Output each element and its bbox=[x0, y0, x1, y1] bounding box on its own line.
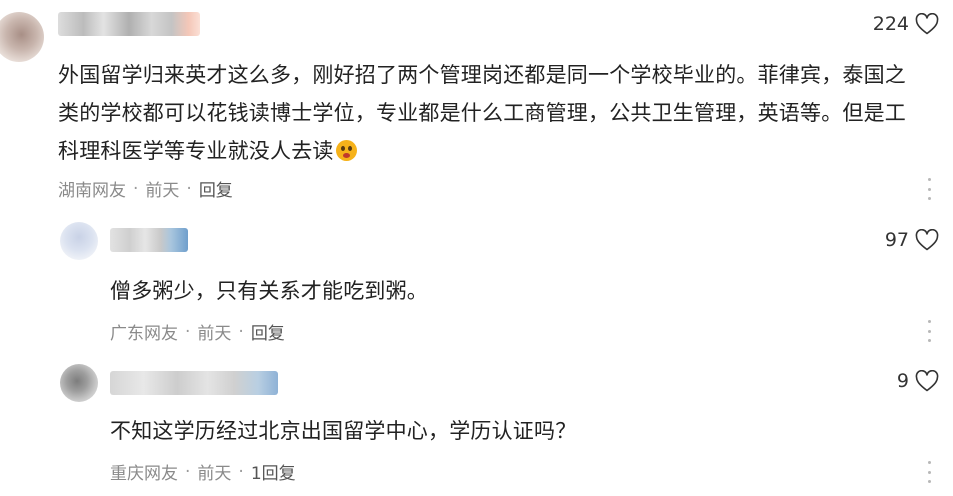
avatar[interactable] bbox=[60, 364, 98, 402]
timestamp: 前天 bbox=[145, 181, 180, 201]
comment-text: 僧多粥少，只有关系才能吃到粥。 bbox=[110, 272, 870, 310]
more-vertical-icon[interactable] bbox=[926, 178, 932, 200]
timestamp: 前天 bbox=[197, 324, 232, 344]
comment-text-content: 外国留学归来英才这么多，刚好招了两个管理岗还都是同一个学校毕业的。菲律宾，泰国之… bbox=[58, 63, 906, 163]
separator: · bbox=[186, 178, 192, 199]
separator: · bbox=[238, 461, 244, 482]
comment-text-content: 不知这学历经过北京出国留学中心，学历认证吗？ bbox=[110, 419, 577, 443]
reply-link[interactable]: 回复 bbox=[251, 319, 285, 344]
separator: · bbox=[185, 461, 191, 482]
reply-link[interactable]: 回复 bbox=[199, 176, 233, 201]
like-count: 97 bbox=[884, 229, 909, 251]
heart-outline-icon bbox=[915, 229, 939, 251]
timestamp: 前天 bbox=[197, 464, 232, 484]
like-button[interactable]: 97 bbox=[885, 229, 939, 251]
like-button[interactable]: 224 bbox=[873, 13, 939, 35]
separator: · bbox=[238, 321, 244, 342]
location-label: 广东网友 bbox=[110, 324, 178, 344]
reply-link[interactable]: 1回复 bbox=[251, 459, 296, 484]
comment-text-content: 僧多粥少，只有关系才能吃到粥。 bbox=[110, 279, 428, 303]
comment-text: 不知这学历经过北京出国留学中心，学历认证吗？ bbox=[110, 412, 870, 450]
like-count: 224 bbox=[872, 13, 909, 35]
username-blurred[interactable] bbox=[58, 12, 200, 36]
avatar[interactable] bbox=[0, 12, 44, 62]
more-vertical-icon[interactable] bbox=[926, 320, 932, 342]
heart-outline-icon bbox=[915, 370, 939, 392]
username-blurred[interactable] bbox=[110, 228, 188, 252]
location-label: 湖南网友 bbox=[58, 181, 126, 201]
avatar[interactable] bbox=[60, 222, 98, 260]
like-button[interactable]: 9 bbox=[897, 370, 939, 392]
heart-outline-icon bbox=[915, 13, 939, 35]
username-blurred[interactable] bbox=[110, 371, 278, 395]
more-vertical-icon[interactable] bbox=[926, 461, 932, 483]
comment-meta: 重庆网友 · 前天 · 1回复 bbox=[110, 459, 296, 485]
comment-text: 外国留学归来英才这么多，刚好招了两个管理岗还都是同一个学校毕业的。菲律宾，泰国之… bbox=[58, 56, 918, 170]
separator: · bbox=[133, 178, 139, 199]
flushed-face-emoji-icon bbox=[335, 140, 357, 161]
like-count: 9 bbox=[896, 370, 909, 392]
separator: · bbox=[185, 321, 191, 342]
comment-meta: 湖南网友 · 前天 · 回复 bbox=[58, 176, 233, 202]
location-label: 重庆网友 bbox=[110, 464, 178, 484]
comment-meta: 广东网友 · 前天 · 回复 bbox=[110, 319, 285, 345]
